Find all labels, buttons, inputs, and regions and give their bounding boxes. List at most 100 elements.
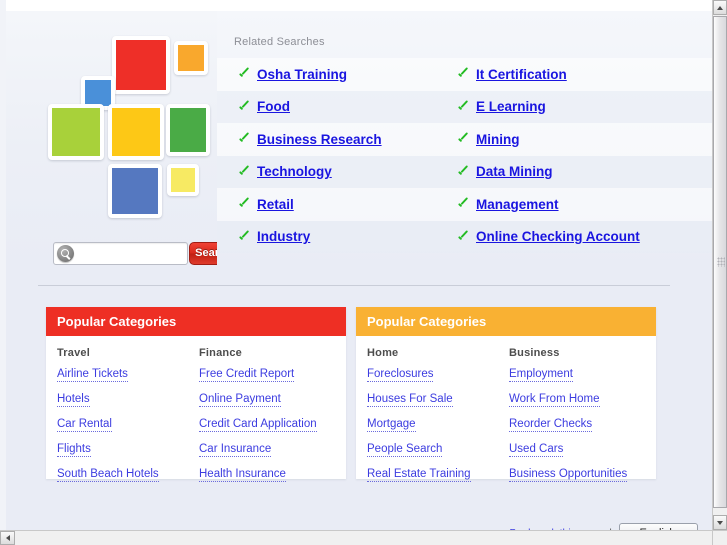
related-search-item[interactable]: Industry	[238, 225, 310, 249]
browser-viewport: Search Related Searches Osha Training It …	[0, 0, 727, 545]
related-search-link[interactable]: Osha Training	[257, 67, 347, 82]
section-divider	[38, 285, 670, 286]
panel-heading: Popular Categories	[356, 307, 656, 336]
related-search-link[interactable]: Business Research	[257, 132, 382, 147]
checkmark-icon	[238, 133, 250, 145]
related-search-item[interactable]: It Certification	[457, 62, 567, 86]
checkmark-icon	[238, 198, 250, 210]
category-link[interactable]: Houses For Sale	[367, 393, 453, 407]
category-link[interactable]: Hotels	[57, 393, 90, 407]
related-searches-panel: Related Searches Osha Training It Certifi…	[217, 11, 712, 265]
category-link[interactable]: Credit Card Application	[199, 418, 317, 432]
search-input[interactable]	[76, 244, 184, 263]
category-link[interactable]: Work From Home	[509, 393, 600, 407]
category-link[interactable]: Flights	[57, 443, 91, 457]
page-canvas: Search Related Searches Osha Training It …	[0, 0, 712, 545]
triangle-left-icon	[5, 534, 10, 541]
related-search-link[interactable]: Technology	[257, 164, 332, 179]
popular-categories-panel-left: Popular Categories Travel Airline Ticket…	[46, 307, 346, 482]
category-link[interactable]: Business Opportunities	[509, 468, 628, 482]
orange-square	[174, 41, 208, 75]
related-search-link[interactable]: Food	[257, 99, 290, 114]
category-link[interactable]: Employment	[509, 368, 573, 382]
category-column-finance: Finance Free Credit Report Online Paymen…	[199, 347, 341, 493]
magnifier-icon	[57, 245, 74, 262]
checkmark-icon	[457, 101, 469, 113]
related-search-item[interactable]: Mining	[457, 127, 520, 151]
scrollbar-grip-icon	[717, 257, 725, 267]
related-search-link[interactable]: Industry	[257, 229, 310, 244]
vertical-scrollbar[interactable]	[712, 0, 727, 530]
category-link[interactable]: Real Estate Training	[367, 468, 471, 482]
checkmark-icon	[457, 231, 469, 243]
checkmark-icon	[238, 101, 250, 113]
triangle-down-icon	[716, 520, 723, 525]
related-search-link[interactable]: Online Checking Account	[476, 229, 640, 244]
category-column-title: Business	[509, 347, 560, 359]
related-search-item[interactable]: Data Mining	[457, 160, 553, 184]
checkmark-icon	[457, 166, 469, 178]
category-link[interactable]: Airline Tickets	[57, 368, 128, 382]
checkmark-icon	[457, 68, 469, 80]
yellow-square	[108, 104, 164, 160]
related-search-link[interactable]: It Certification	[476, 67, 567, 82]
vertical-scrollbar-thumb[interactable]	[713, 16, 727, 508]
category-link[interactable]: Car Insurance	[199, 443, 272, 457]
colored-squares-logo	[48, 36, 210, 231]
checkmark-icon	[238, 231, 250, 243]
checkmark-icon	[238, 68, 250, 80]
related-search-link[interactable]: Retail	[257, 197, 294, 212]
triangle-up-icon	[716, 5, 723, 10]
related-search-item[interactable]: E Learning	[457, 95, 546, 119]
related-search-item[interactable]: Online Checking Account	[457, 225, 640, 249]
scrollbar-corner	[712, 530, 727, 545]
related-search-link[interactable]: E Learning	[476, 99, 546, 114]
category-link[interactable]: Reorder Checks	[509, 418, 593, 432]
panel-heading: Popular Categories	[46, 307, 346, 336]
blue-square	[108, 164, 162, 218]
scroll-left-button[interactable]	[0, 531, 15, 545]
scroll-up-button[interactable]	[713, 0, 727, 15]
category-column-title: Finance	[199, 347, 242, 359]
category-column-home: Home Foreclosures Houses For Sale Mortga…	[367, 347, 509, 493]
category-column-title: Home	[367, 347, 399, 359]
category-column-title: Travel	[57, 347, 91, 359]
category-link[interactable]: South Beach Hotels	[57, 468, 159, 482]
search-bar: Search	[53, 242, 238, 266]
related-search-row: Retail Management	[217, 188, 712, 221]
related-search-item[interactable]: Management	[457, 192, 559, 216]
popular-categories-panel-right: Popular Categories Home Foreclosures Hou…	[356, 307, 656, 482]
related-search-item[interactable]: Business Research	[238, 127, 382, 151]
category-link[interactable]: Car Rental	[57, 418, 112, 432]
category-column-travel: Travel Airline Tickets Hotels Car Rental…	[57, 347, 199, 493]
category-column-business: Business Employment Work From Home Reord…	[509, 347, 651, 493]
category-link[interactable]: Mortgage	[367, 418, 416, 432]
related-search-row: Industry Online Checking Account	[217, 220, 712, 253]
search-field[interactable]	[53, 242, 188, 265]
related-searches-list: Osha Training It Certification Food E Learn…	[217, 58, 712, 253]
category-link[interactable]: Used Cars	[509, 443, 564, 457]
related-search-item[interactable]: Osha Training	[238, 62, 347, 86]
related-search-row: Technology Data Mining	[217, 155, 712, 188]
related-search-link[interactable]: Management	[476, 197, 559, 212]
green-square	[166, 104, 210, 156]
scroll-down-button[interactable]	[713, 515, 727, 530]
related-searches-title: Related Searches	[234, 36, 325, 48]
related-search-link[interactable]: Data Mining	[476, 164, 553, 179]
related-search-row: Osha Training It Certification	[217, 58, 712, 91]
page-top-margin	[0, 0, 712, 11]
lime-square	[48, 104, 104, 160]
category-link[interactable]: Foreclosures	[367, 368, 434, 382]
related-search-item[interactable]: Technology	[238, 160, 332, 184]
category-link[interactable]: Health Insurance	[199, 468, 286, 482]
category-link[interactable]: Online Payment	[199, 393, 281, 407]
related-search-link[interactable]: Mining	[476, 132, 520, 147]
checkmark-icon	[457, 198, 469, 210]
horizontal-scrollbar[interactable]	[0, 530, 712, 545]
related-search-item[interactable]: Retail	[238, 192, 294, 216]
category-link[interactable]: Free Credit Report	[199, 368, 295, 382]
related-search-item[interactable]: Food	[238, 95, 290, 119]
category-link[interactable]: People Search	[367, 443, 443, 457]
related-search-row: Food E Learning	[217, 90, 712, 123]
related-search-row: Business Research Mining	[217, 123, 712, 156]
